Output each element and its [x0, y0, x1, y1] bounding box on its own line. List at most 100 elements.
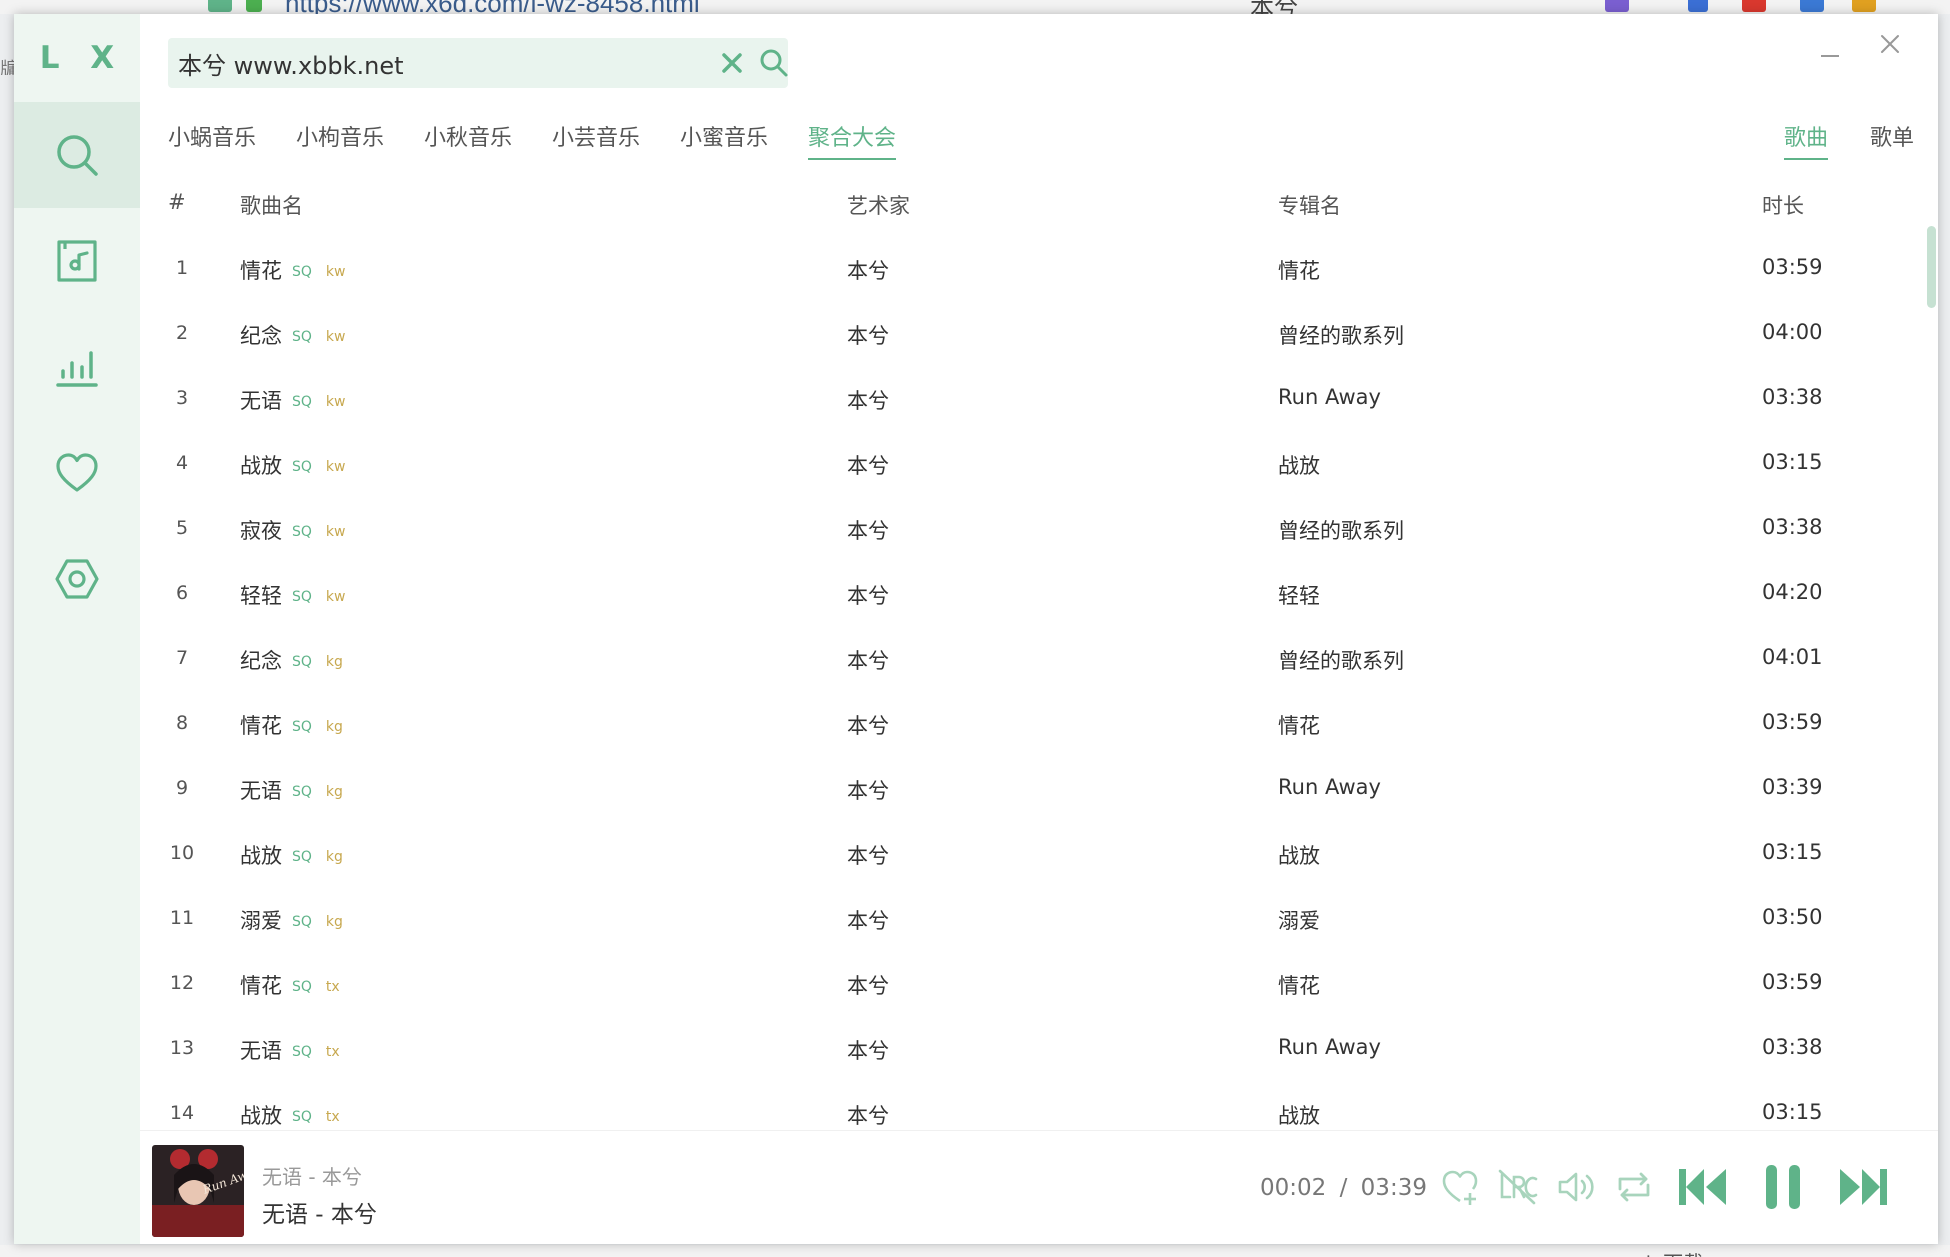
song-name[interactable]: 情花 — [240, 714, 282, 738]
table-row[interactable]: 2 纪念 SQ kw 本兮 曾经的歌系列 04:00 — [140, 301, 1938, 366]
table-row[interactable]: 10 战放 SQ kg 本兮 战放 03:15 — [140, 821, 1938, 886]
minimize-icon[interactable] — [1818, 44, 1842, 68]
clear-icon[interactable] — [718, 49, 746, 77]
artist-name[interactable]: 本兮 — [847, 450, 889, 480]
song-name[interactable]: 纪念 — [240, 324, 282, 348]
album-name[interactable]: 战放 — [1278, 840, 1320, 870]
row-number: 6 — [175, 582, 189, 604]
album-name[interactable]: 曾经的歌系列 — [1278, 645, 1404, 675]
artist-name[interactable]: 本兮 — [847, 320, 889, 350]
album-cover[interactable]: Run Away — [152, 1145, 244, 1237]
tab-source-2[interactable]: 小枸音乐 — [296, 120, 384, 152]
volume-icon[interactable] — [1556, 1167, 1596, 1207]
scrollbar[interactable] — [1927, 226, 1936, 308]
tab-source-3[interactable]: 小秋音乐 — [424, 120, 512, 152]
album-name[interactable]: 情花 — [1278, 255, 1320, 285]
song-duration: 04:20 — [1762, 580, 1823, 604]
song-name-cell: 无语 SQ kw — [240, 385, 345, 415]
sidebar-item-leaderboard[interactable] — [14, 314, 140, 420]
tab-source-1[interactable]: 小蜗音乐 — [168, 120, 256, 152]
album-name[interactable]: 曾经的歌系列 — [1278, 320, 1404, 350]
sidebar-item-my-list[interactable] — [14, 420, 140, 526]
song-name[interactable]: 轻轻 — [240, 584, 282, 608]
artist-name[interactable]: 本兮 — [847, 255, 889, 285]
table-row[interactable]: 3 无语 SQ kw 本兮 Run Away 03:38 — [140, 366, 1938, 431]
source-badge: kg — [325, 914, 343, 930]
song-name[interactable]: 情花 — [240, 259, 282, 283]
artist-name[interactable]: 本兮 — [847, 905, 889, 935]
song-name[interactable]: 战放 — [240, 1104, 282, 1128]
tab-songs[interactable]: 歌曲 — [1784, 120, 1829, 160]
artist-name[interactable]: 本兮 — [847, 1100, 889, 1130]
search-input[interactable] — [178, 38, 698, 88]
artist-name[interactable]: 本兮 — [847, 710, 889, 740]
song-name[interactable]: 溺爱 — [240, 909, 282, 933]
artist-name[interactable]: 本兮 — [847, 645, 889, 675]
table-row[interactable]: 5 寂夜 SQ kw 本兮 曾经的歌系列 03:38 — [140, 496, 1938, 561]
song-name[interactable]: 战放 — [240, 454, 282, 478]
artist-name[interactable]: 本兮 — [847, 515, 889, 545]
tab-source-5[interactable]: 小蜜音乐 — [680, 120, 768, 152]
artist-name[interactable]: 本兮 — [847, 775, 889, 805]
album-name[interactable]: Run Away — [1278, 775, 1381, 799]
song-name[interactable]: 寂夜 — [240, 519, 282, 543]
time-separator: / — [1339, 1175, 1348, 1201]
repeat-icon[interactable] — [1614, 1167, 1654, 1207]
artist-name[interactable]: 本兮 — [847, 580, 889, 610]
table-row[interactable]: 7 纪念 SQ kg 本兮 曾经的歌系列 04:01 — [140, 626, 1938, 691]
sidebar-item-song-list[interactable] — [14, 208, 140, 314]
song-name-cell: 战放 SQ kg — [240, 840, 343, 870]
song-name-cell: 纪念 SQ kw — [240, 320, 345, 350]
table-row[interactable]: 4 战放 SQ kw 本兮 战放 03:15 — [140, 431, 1938, 496]
source-badge: kw — [325, 589, 346, 605]
now-playing-title[interactable]: 无语 - 本兮 — [262, 1195, 377, 1229]
song-name[interactable]: 情花 — [240, 974, 282, 998]
song-name[interactable]: 无语 — [240, 779, 282, 803]
pause-icon[interactable] — [1756, 1161, 1810, 1213]
search-icon[interactable] — [758, 47, 790, 79]
artist-name[interactable]: 本兮 — [847, 840, 889, 870]
artist-name[interactable]: 本兮 — [847, 970, 889, 1000]
album-name[interactable]: 情花 — [1278, 970, 1320, 1000]
album-name[interactable]: 战放 — [1278, 450, 1320, 480]
previous-icon[interactable] — [1676, 1161, 1730, 1213]
table-row[interactable]: 11 溺爱 SQ kg 本兮 溺爱 03:50 — [140, 886, 1938, 951]
album-name[interactable]: 曾经的歌系列 — [1278, 515, 1404, 545]
table-row[interactable]: 8 情花 SQ kg 本兮 情花 03:59 — [140, 691, 1938, 756]
sidebar-item-settings[interactable] — [14, 526, 140, 632]
close-icon[interactable] — [1878, 32, 1902, 56]
album-name[interactable]: 溺爱 — [1278, 905, 1320, 935]
row-number: 8 — [175, 712, 189, 734]
table-row[interactable]: 13 无语 SQ tx 本兮 Run Away 03:38 — [140, 1016, 1938, 1081]
row-number: 3 — [175, 387, 189, 409]
album-name[interactable]: Run Away — [1278, 1035, 1381, 1059]
add-to-list-icon[interactable] — [1440, 1167, 1480, 1207]
song-name[interactable]: 无语 — [240, 389, 282, 413]
tab-source-4[interactable]: 小芸音乐 — [552, 120, 640, 152]
tab-playlists[interactable]: 歌单 — [1870, 120, 1914, 152]
next-icon[interactable] — [1836, 1161, 1890, 1213]
song-name[interactable]: 纪念 — [240, 649, 282, 673]
table-row[interactable]: 1 情花 SQ kw 本兮 情花 03:59 — [140, 236, 1938, 301]
quality-badge: SQ — [292, 914, 312, 930]
album-name[interactable]: 轻轻 — [1278, 580, 1320, 610]
song-name-cell: 寂夜 SQ kw — [240, 515, 345, 545]
tab-source-aggregate[interactable]: 聚合大会 — [808, 120, 897, 160]
song-name[interactable]: 无语 — [240, 1039, 282, 1063]
song-name-cell: 无语 SQ kg — [240, 775, 343, 805]
download-label[interactable]: ↓ 下载 — [1640, 1247, 1703, 1257]
table-row[interactable]: 12 情花 SQ tx 本兮 情花 03:59 — [140, 951, 1938, 1016]
lyrics-icon[interactable] — [1498, 1167, 1538, 1207]
album-name[interactable]: 战放 — [1278, 1100, 1320, 1130]
album-name[interactable]: Run Away — [1278, 385, 1381, 409]
album-name[interactable]: 情花 — [1278, 710, 1320, 740]
table-row[interactable]: 9 无语 SQ kg 本兮 Run Away 03:39 — [140, 756, 1938, 821]
browser-url[interactable]: https://www.x6d.com/i-wz-8458.html — [285, 0, 700, 14]
table-row[interactable]: 6 轻轻 SQ kw 本兮 轻轻 04:20 — [140, 561, 1938, 626]
sidebar-item-search[interactable] — [14, 102, 140, 208]
source-badge: kg — [325, 849, 343, 865]
song-name[interactable]: 战放 — [240, 844, 282, 868]
browser-search[interactable]: 本兮 — [1250, 0, 1298, 14]
artist-name[interactable]: 本兮 — [847, 385, 889, 415]
artist-name[interactable]: 本兮 — [847, 1035, 889, 1065]
